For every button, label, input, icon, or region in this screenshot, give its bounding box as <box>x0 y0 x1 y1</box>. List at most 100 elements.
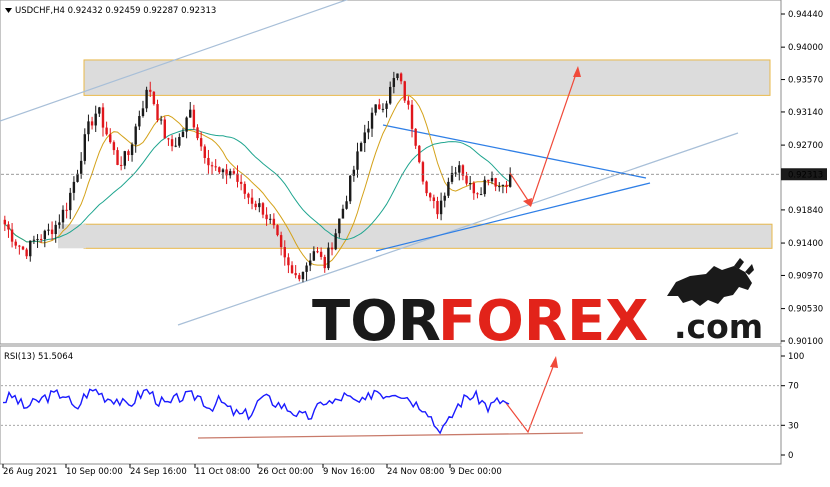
candle-body <box>39 238 43 240</box>
candle-body <box>330 247 334 250</box>
candle-body <box>196 127 199 139</box>
candle-body <box>421 162 425 182</box>
candle-body <box>58 222 61 225</box>
candle-body <box>319 251 323 257</box>
candle-body <box>447 181 450 196</box>
candle-body <box>258 203 261 208</box>
time-axis-label: 9 Nov 16:00 <box>323 467 375 477</box>
time-axis-label: 9 Dec 00:00 <box>450 467 502 477</box>
candle-body <box>465 175 468 184</box>
candle-body <box>181 131 185 138</box>
candle-body <box>479 194 483 196</box>
price-axis-label: 0.90100 <box>788 337 823 347</box>
candle-body <box>378 104 381 110</box>
watermark-tor: TOR <box>312 289 441 354</box>
candle-body <box>443 195 446 201</box>
candle-body <box>487 179 490 182</box>
candle-body <box>10 229 14 242</box>
candle-body <box>494 178 497 187</box>
candle-body <box>298 275 301 280</box>
candle-body <box>352 169 356 176</box>
candle-body <box>261 203 265 215</box>
candle-body <box>418 145 421 163</box>
candle-body <box>119 164 123 166</box>
candle-body <box>163 119 166 139</box>
candle-body <box>305 265 308 272</box>
candle-body <box>468 183 472 185</box>
candle-body <box>374 104 377 113</box>
candle-body <box>109 134 112 143</box>
candle-body <box>410 104 414 129</box>
time-axis-label: 26 Oct 00:00 <box>258 467 313 477</box>
price-axis-label: 0.94000 <box>788 43 823 53</box>
candle-body <box>458 165 461 173</box>
candle-body <box>145 89 148 109</box>
candle-body <box>403 81 406 101</box>
candle-body <box>396 73 399 79</box>
candle-body <box>159 119 163 121</box>
candle-body <box>345 201 348 209</box>
candle-body <box>174 145 177 147</box>
time-axis-label: 26 Aug 2021 <box>3 467 57 477</box>
candle-body <box>229 171 232 176</box>
candle-body <box>90 121 94 126</box>
candle-body <box>101 107 105 128</box>
candle-body <box>112 142 116 151</box>
time-axis-label: 24 Nov 08:00 <box>387 467 444 477</box>
candle-body <box>210 165 214 167</box>
zone-resistance <box>83 59 771 96</box>
candle-body <box>294 273 297 276</box>
price-axis-label: 0.93570 <box>788 76 823 86</box>
candle-body <box>239 181 243 184</box>
candle-body <box>269 218 272 220</box>
rsi-axis-label: 100 <box>788 352 804 362</box>
candle-body <box>87 121 90 135</box>
price-axis-label: 0.94440 <box>788 10 823 20</box>
candle-body <box>50 229 54 235</box>
candle-body <box>105 127 108 135</box>
candle-body <box>283 247 286 258</box>
candle-body <box>334 233 337 250</box>
candle-body <box>3 219 7 225</box>
candle-body <box>327 247 330 269</box>
candle-body <box>439 200 443 215</box>
candle-body <box>505 184 508 187</box>
candle-body <box>152 91 156 105</box>
candle-body <box>389 86 392 104</box>
candle-body <box>123 151 126 166</box>
candle-body <box>414 128 417 146</box>
rsi-axis: 100 70 30 0 <box>781 352 804 461</box>
candle-body <box>72 181 76 193</box>
rsi-header: RSI(13) 51.5064 <box>4 352 73 362</box>
candle-body <box>7 224 10 230</box>
price-axis-label: 0.90530 <box>788 305 823 315</box>
candle-body <box>476 193 479 195</box>
candle-body <box>243 183 246 194</box>
candle-body <box>338 218 341 234</box>
candle-body <box>312 251 316 261</box>
price-axis-label: 0.91840 <box>788 206 823 216</box>
candle-body <box>436 200 439 215</box>
candle-body <box>501 184 505 187</box>
price-axis-label: 0.90970 <box>788 271 823 281</box>
trading-chart: 0.94440 0.94000 0.93570 0.93140 0.92700 0.923… <box>0 0 827 477</box>
candle-body <box>18 245 21 247</box>
candle-body <box>232 171 236 174</box>
candle-body <box>116 150 119 165</box>
candle-body <box>483 179 486 195</box>
candle-body <box>141 108 145 117</box>
candle-body <box>69 192 72 211</box>
candle-body <box>221 169 225 173</box>
candle-body <box>61 209 65 223</box>
candle-body <box>94 113 97 126</box>
candle-body <box>381 108 385 110</box>
candle-body <box>254 203 257 208</box>
candle-body <box>138 116 141 127</box>
candle-body <box>236 173 239 182</box>
candle-body <box>214 166 217 168</box>
candle-body <box>341 208 345 219</box>
candle-body <box>54 224 57 235</box>
candle-body <box>83 134 87 161</box>
candle-body <box>14 241 17 246</box>
candle-body <box>309 260 312 266</box>
